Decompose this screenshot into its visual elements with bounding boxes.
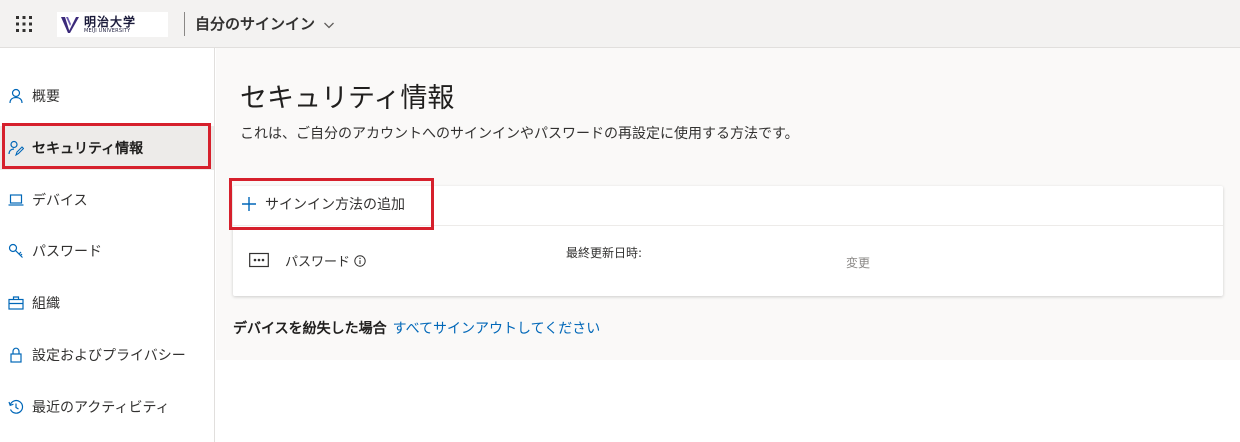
sign-in-methods-card: サインイン方法の追加 パスワード 最終更新日時: 変更 [233, 186, 1223, 296]
add-sign-in-method-button[interactable]: サインイン方法の追加 [241, 194, 405, 214]
sidebar-item-label: セキュリティ情報 [32, 141, 144, 157]
method-row-password: パスワード 最終更新日時: 変更 [233, 226, 1223, 296]
sidebar-item-devices[interactable]: デバイス [0, 178, 214, 222]
left-navigation: 概要 セキュリティ情報 デバイス パスワード 組織 設定およびプライバシー 最近… [0, 48, 215, 442]
waffle-icon[interactable] [14, 14, 34, 34]
lost-device-notice: デバイスを紛失した場合 すべてサインアウトしてください [233, 318, 600, 338]
last-updated-label: 最終更新日時: [566, 246, 643, 260]
sidebar-item-settings-privacy[interactable]: 設定およびプライバシー [0, 333, 214, 377]
sidebar-item-security-info[interactable]: セキュリティ情報 [0, 126, 214, 170]
sidebar-item-recent-activity[interactable]: 最近のアクティビティ [0, 385, 214, 429]
sidebar-item-password[interactable]: パスワード [0, 229, 214, 273]
method-name-text: パスワード [285, 255, 351, 270]
sign-out-everywhere-link[interactable]: すべてサインアウトしてください [393, 321, 601, 337]
add-method-row: サインイン方法の追加 [233, 186, 1223, 226]
sidebar-item-label: デバイス [32, 193, 88, 209]
method-name: パスワード [285, 251, 366, 270]
lock-icon [10, 347, 22, 363]
sidebar-item-label: 組織 [32, 296, 60, 312]
change-password-link[interactable]: 変更 [846, 254, 870, 271]
logo-name-en: MEIJI UNIVERSITY [84, 27, 131, 34]
plus-icon [242, 197, 256, 211]
sidebar-item-label: 概要 [32, 89, 60, 105]
meiji-logo-icon [61, 16, 79, 33]
laptop-icon [8, 194, 24, 206]
security-info-icon [8, 140, 24, 156]
page-title: セキュリティ情報 [240, 83, 455, 114]
history-icon [8, 399, 24, 414]
logo-name-jp: 明治大学 [84, 14, 137, 29]
organization-logo[interactable]: 明治大学 MEIJI UNIVERSITY [57, 12, 168, 37]
person-icon [9, 88, 23, 104]
key-icon [8, 243, 23, 258]
sidebar-item-label: 最近のアクティビティ [32, 400, 170, 416]
main-content: セキュリティ情報 これは、ご自分のアカウントへのサインインやパスワードの再設定に… [216, 48, 1240, 360]
top-bar: 明治大学 MEIJI UNIVERSITY 自分のサインイン [0, 0, 1240, 48]
password-dots-icon [249, 252, 269, 268]
header-divider [184, 12, 185, 36]
sidebar-item-label: 設定およびプライバシー [32, 348, 186, 364]
sidebar-item-overview[interactable]: 概要 [0, 74, 214, 118]
add-method-label: サインイン方法の追加 [265, 197, 405, 213]
briefcase-icon [8, 296, 24, 310]
chevron-down-icon [324, 22, 334, 29]
info-icon[interactable] [354, 254, 366, 267]
app-switcher[interactable]: 自分のサインイン [195, 13, 335, 34]
sidebar-item-organizations[interactable]: 組織 [0, 281, 214, 325]
sidebar-item-label: パスワード [32, 244, 102, 260]
app-title: 自分のサインイン [195, 15, 316, 33]
page-description: これは、ご自分のアカウントへのサインインやパスワードの再設定に使用する方法です。 [240, 126, 799, 142]
lost-device-question: デバイスを紛失した場合 [233, 321, 387, 337]
